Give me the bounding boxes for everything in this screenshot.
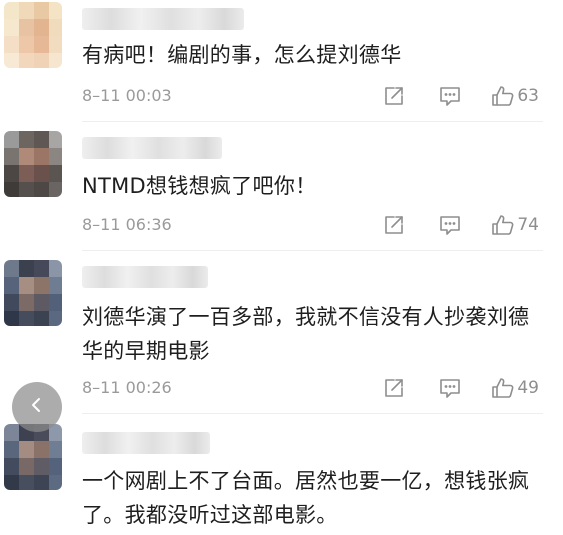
comment-time: 8–11 00:03 — [82, 86, 172, 105]
chevron-left-icon — [28, 396, 46, 418]
thumbs-up-icon[interactable] — [491, 85, 514, 107]
comment-text: NTMD想钱想疯了吧你！ — [82, 174, 317, 198]
comment-actions: 74 — [383, 213, 539, 237]
thumbs-up-icon[interactable] — [491, 214, 514, 236]
comment-text: 一个网剧上不了台面。居然也要一亿，想钱张疯了。我都没听过这部电影。 — [82, 469, 530, 527]
comment-meta: 8–11 00:26 49 — [82, 376, 539, 400]
divider — [82, 121, 543, 122]
share-icon[interactable] — [383, 85, 405, 107]
username[interactable] — [82, 432, 210, 454]
share-icon[interactable] — [383, 377, 405, 399]
thumbs-up-icon[interactable] — [491, 377, 514, 399]
divider — [82, 250, 543, 251]
comment-time: 8–11 06:36 — [82, 215, 172, 234]
reply-icon[interactable] — [439, 377, 461, 399]
comment-actions: 63 — [383, 84, 539, 108]
back-button[interactable] — [12, 382, 62, 432]
like-count: 74 — [517, 215, 539, 235]
like-count: 49 — [517, 378, 539, 398]
avatar[interactable] — [4, 260, 62, 326]
avatar[interactable] — [4, 424, 62, 490]
username[interactable] — [82, 8, 244, 30]
username[interactable] — [82, 137, 222, 159]
username[interactable] — [82, 266, 208, 288]
reply-icon[interactable] — [439, 214, 461, 236]
comment-meta: 8–11 06:36 74 — [82, 213, 539, 237]
share-icon[interactable] — [383, 214, 405, 236]
avatar[interactable] — [4, 2, 62, 68]
comment-actions: 49 — [383, 376, 539, 400]
comment-meta: 8–11 00:03 63 — [82, 84, 539, 108]
comment-text: 有病吧！编剧的事，怎么提刘德华 — [82, 43, 402, 67]
divider — [82, 413, 543, 414]
avatar[interactable] — [4, 131, 62, 197]
like-count: 63 — [517, 86, 539, 106]
reply-icon[interactable] — [439, 85, 461, 107]
comment-time: 8–11 00:26 — [82, 378, 172, 397]
comment-text: 刘德华演了一百多部，我就不信没有人抄袭刘德华的早期电影 — [82, 305, 530, 363]
